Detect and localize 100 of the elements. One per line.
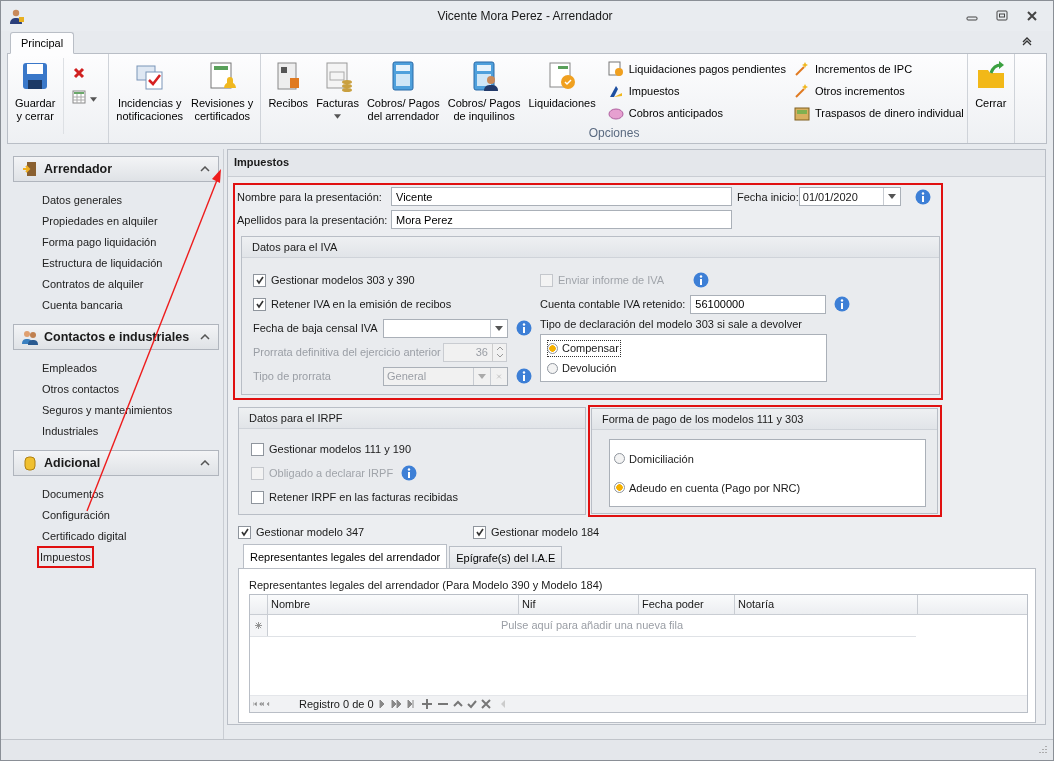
sidebar-link[interactable]: Forma pago liquidación <box>39 231 160 253</box>
window-title: Vicente Mora Perez - Arrendador <box>437 9 613 23</box>
field-label: Tipo de declaración del modelo 303 si sale a devolver <box>540 318 803 330</box>
checkbox[interactable]: Retener IRPF en las facturas recibidas <box>251 485 458 509</box>
dropdown-arrow-icon[interactable] <box>495 325 503 331</box>
ribbon-button[interactable]: Liquidaciones <box>524 58 600 112</box>
ribbon-button[interactable]: Incrementos de IPC <box>793 60 964 78</box>
ribbon-button[interactable]: Cerrar <box>970 58 1011 112</box>
sparkle-icon <box>793 61 810 77</box>
checkmark-icon <box>254 275 265 285</box>
ribbon-tab[interactable]: Principal <box>10 32 75 54</box>
column-header[interactable]: Fecha poder <box>639 595 735 614</box>
ribbon-button[interactable]: Facturas <box>312 58 363 121</box>
radio-button[interactable]: Compensar <box>547 339 621 357</box>
column-header[interactable]: Nombre <box>268 595 519 614</box>
sidebar-link[interactable]: Empleados <box>39 357 101 379</box>
sidebar-link[interactable]: Estructura de liquidación <box>39 252 166 274</box>
checkbox[interactable]: Gestionar modelos 303 y 390 <box>253 268 537 292</box>
chevron-icon <box>200 334 210 340</box>
info-icon[interactable] <box>834 296 851 312</box>
ribbon-button[interactable]: Revisiones y certificados <box>187 58 258 125</box>
checkbox[interactable]: Gestionar modelos 111 y 190 <box>251 437 412 461</box>
ribbon-button[interactable]: Liquidaciones pagos pendientes <box>607 60 786 78</box>
field-label: Fecha de baja censal IVA <box>253 322 379 334</box>
maximize-icon[interactable] <box>995 9 1009 23</box>
x-mark-icon <box>72 66 87 80</box>
ribbon-button[interactable]: Traspasos de dinero individual <box>793 104 964 122</box>
sidebar-link[interactable]: Impuestos <box>37 546 94 568</box>
dropdown-arrow-icon[interactable] <box>887 194 896 199</box>
ribbon-button[interactable]: Incidencias y notificaciones <box>112 58 187 125</box>
column-header[interactable]: Notaría <box>735 595 918 614</box>
people-icon <box>22 329 38 345</box>
asterisk-icon <box>255 622 262 629</box>
checkmark-icon <box>474 527 485 537</box>
group-title: Forma de pago de los modelos 111 y 303 <box>592 409 937 430</box>
resize-grip-icon[interactable] <box>1037 745 1047 755</box>
panel-title: Impuestos <box>228 150 1045 177</box>
info-icon[interactable] <box>914 188 931 205</box>
info-icon[interactable] <box>693 272 709 288</box>
ribbon-button[interactable]: Impuestos <box>607 82 786 100</box>
checkbox[interactable]: Retener IVA en la emisión de recibos <box>253 292 537 316</box>
grid-icon <box>72 90 87 104</box>
info-icon[interactable] <box>516 368 532 384</box>
sidebar-link[interactable]: Industriales <box>39 420 102 442</box>
checkbox[interactable]: Gestionar modelo 347 <box>238 520 473 544</box>
field-label: Apellidos para la presentación: <box>237 213 389 226</box>
group-label: Opciones <box>587 126 641 142</box>
tab[interactable]: Epígrafe(s) del I.A.E <box>449 546 563 568</box>
section-header[interactable]: Adicional <box>13 450 219 476</box>
ribbon-button[interactable]: Cobros anticipados <box>607 104 786 122</box>
radio-button[interactable]: Adeudo en cuenta (Pago por NRC) <box>614 479 801 496</box>
cylinder-icon <box>22 455 38 471</box>
field-label: Fecha inicio: <box>737 190 799 203</box>
sidebar-link[interactable]: Otros contactos <box>39 378 123 400</box>
sidebar-link[interactable]: Configuración <box>39 504 113 526</box>
field-label: Prorrata definitiva del ejercicio anterior <box>253 346 442 358</box>
date-field[interactable]: 01/01/2020 <box>798 187 901 206</box>
chevron-up-icon[interactable] <box>1021 37 1033 47</box>
group-title: Datos para el IVA <box>242 237 939 258</box>
chevron-icon <box>200 166 210 172</box>
ribbon-button[interactable]: Guardar y cerrar <box>11 58 60 125</box>
grid-caption: Representantes legales del arrendador (Para Modelo 390 y Modelo 184) <box>249 579 604 591</box>
tab[interactable]: Representantes legales del arrendador <box>243 544 448 568</box>
group-title: Datos para el IRPF <box>239 408 585 429</box>
field-label: Cuenta contable IVA retenido: <box>540 298 686 310</box>
checkmark-icon <box>239 527 250 537</box>
ribbon-button[interactable]: Otros incrementos <box>793 82 964 100</box>
surname-field[interactable]: Mora Perez <box>391 210 732 229</box>
dropdown-arrow-icon <box>90 96 98 102</box>
checkmark-icon <box>254 299 265 309</box>
grid-view-button[interactable] <box>72 90 98 104</box>
close-icon[interactable] <box>1025 9 1039 23</box>
sidebar-link[interactable]: Datos generales <box>39 189 126 211</box>
field-label: Tipo de prorrata <box>253 370 332 382</box>
sparkle-icon <box>793 83 810 99</box>
radio-button[interactable]: Devolución <box>547 359 617 377</box>
person-icon <box>9 8 25 24</box>
sidebar-link[interactable]: Propiedades en alquiler <box>39 210 161 232</box>
account-field[interactable]: 56100000 <box>690 294 827 314</box>
dropdown-arrow-icon <box>334 114 341 119</box>
ribbon-button[interactable]: Recibos <box>264 58 313 112</box>
sidebar-link[interactable]: Cuenta bancaria <box>39 294 126 316</box>
checkbox[interactable]: Gestionar modelo 184 <box>473 520 708 544</box>
name-field[interactable]: Vicente <box>391 187 732 206</box>
sidebar-link[interactable]: Contratos de alquiler <box>39 273 147 295</box>
info-icon[interactable] <box>516 320 532 336</box>
ribbon-button[interactable]: Cobros/ Pagos de inquilinos <box>443 58 525 125</box>
cash-register-icon <box>793 105 810 121</box>
column-header[interactable]: Nif <box>519 595 639 614</box>
field-label: Nombre para la presentación: <box>237 190 383 203</box>
section-header[interactable]: Arrendador <box>13 156 219 182</box>
piggy-bank-icon <box>607 105 624 121</box>
document-seal-icon <box>607 61 624 77</box>
record-counter: Registro 0 de 0 <box>299 698 374 710</box>
sidebar-link[interactable]: Certificado digital <box>39 525 130 547</box>
radio-button[interactable]: Domiciliación <box>614 450 694 467</box>
grid-edit-toolbar-icon[interactable] <box>377 699 508 709</box>
door-icon <box>22 161 38 177</box>
ribbon-button[interactable]: Cobros/ Pagos del arrendador <box>362 58 444 125</box>
date-field[interactable] <box>383 318 508 338</box>
